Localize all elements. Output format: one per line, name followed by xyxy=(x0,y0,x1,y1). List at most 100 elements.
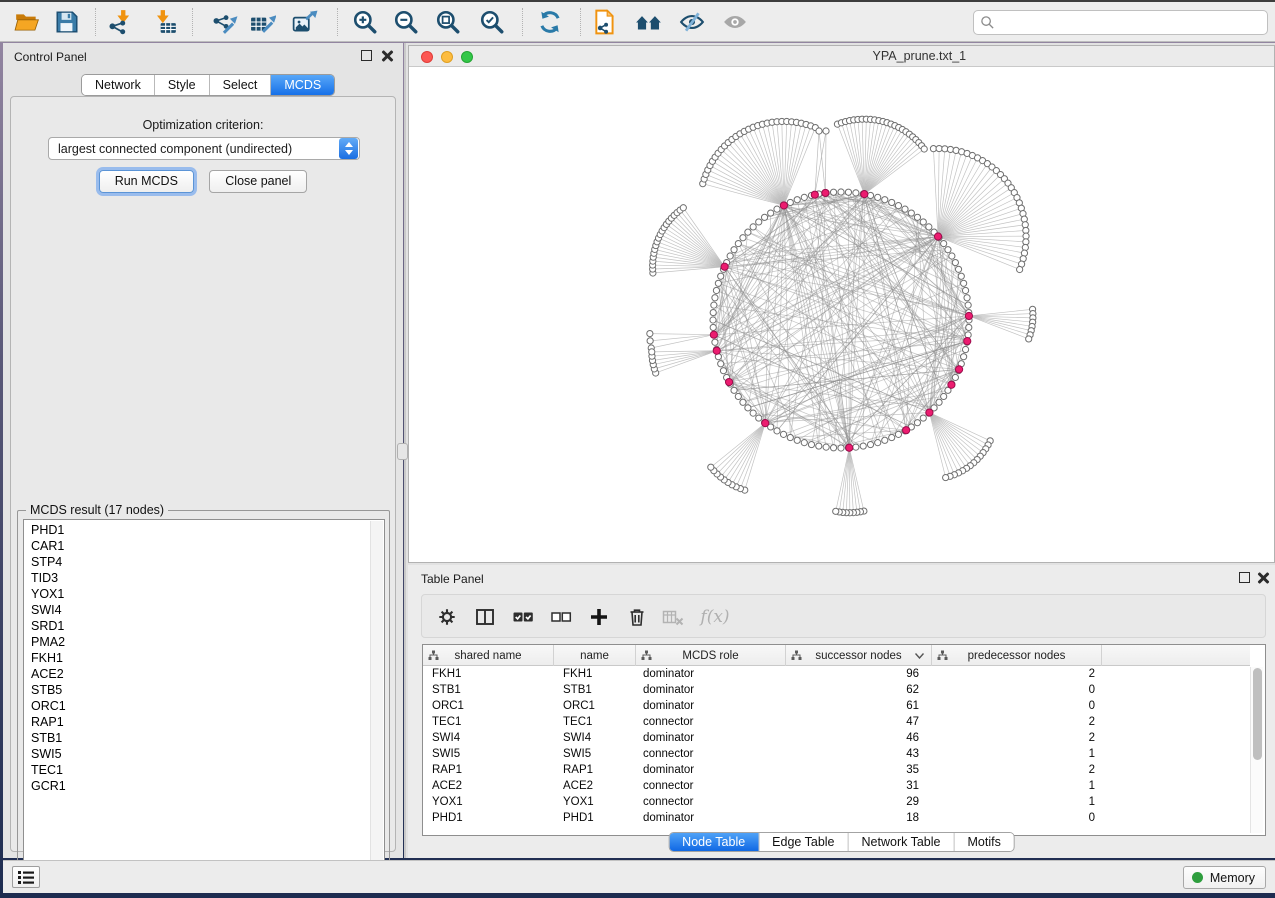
table-settings-button[interactable] xyxy=(434,604,460,630)
splitter-handle[interactable] xyxy=(397,443,408,460)
graph-node[interactable] xyxy=(964,295,970,301)
mcds-result-item[interactable]: ACE2 xyxy=(24,666,370,682)
graph-node[interactable] xyxy=(965,302,971,308)
graph-node[interactable] xyxy=(860,443,866,449)
graph-node[interactable] xyxy=(914,214,920,220)
graph-node[interactable] xyxy=(895,203,901,209)
mcds-result-item[interactable]: TID3 xyxy=(24,570,370,586)
graph-node[interactable] xyxy=(955,266,961,272)
graph-hub-node[interactable] xyxy=(846,444,853,451)
graph-node[interactable] xyxy=(914,420,920,426)
mcds-result-item[interactable]: SRD1 xyxy=(24,618,370,634)
mcds-result-item[interactable]: TEC1 xyxy=(24,762,370,778)
graph-node[interactable] xyxy=(647,338,653,344)
graph-node[interactable] xyxy=(727,253,733,259)
mcds-result-item[interactable]: STP4 xyxy=(24,554,370,570)
zoom-fit-button[interactable] xyxy=(431,5,465,39)
graph-node[interactable] xyxy=(823,128,829,134)
graph-node[interactable] xyxy=(921,146,927,152)
graph-node[interactable] xyxy=(731,247,737,253)
graph-node[interactable] xyxy=(943,474,949,480)
maximize-window-icon[interactable] xyxy=(461,51,473,63)
table-row[interactable]: PHD1PHD1dominator180 xyxy=(423,810,1250,826)
graph-hub-node[interactable] xyxy=(710,331,717,338)
graph-hub-node[interactable] xyxy=(713,347,720,354)
graph-node[interactable] xyxy=(794,437,800,443)
mcds-result-item[interactable]: STB5 xyxy=(24,682,370,698)
tab-network-table[interactable]: Network Table xyxy=(849,833,955,851)
table-scrollbar[interactable] xyxy=(1250,667,1263,833)
export-table-button[interactable] xyxy=(246,5,280,39)
graph-node[interactable] xyxy=(945,247,951,253)
close-panel-button[interactable]: Close panel xyxy=(209,170,307,193)
graph-node[interactable] xyxy=(962,346,968,352)
table-row[interactable]: TEC1TEC1connector472 xyxy=(423,714,1250,730)
table-row[interactable]: YOX1YOX1connector291 xyxy=(423,794,1250,810)
graph-hub-node[interactable] xyxy=(822,189,829,196)
graph-node[interactable] xyxy=(902,206,908,212)
table-row[interactable]: SWI5SWI5connector431 xyxy=(423,746,1250,762)
graph-node[interactable] xyxy=(720,368,726,374)
graph-node[interactable] xyxy=(750,410,756,416)
graph-node[interactable] xyxy=(941,240,947,246)
tab-style[interactable]: Style xyxy=(155,75,210,95)
show-all-button[interactable] xyxy=(718,5,752,39)
graph-node[interactable] xyxy=(845,189,851,195)
graph-hub-node[interactable] xyxy=(955,366,962,373)
graph-node[interactable] xyxy=(830,189,836,195)
delete-table-button[interactable] xyxy=(660,604,686,630)
column-header-shared-name[interactable]: shared name xyxy=(423,645,554,666)
graph-hub-node[interactable] xyxy=(780,202,787,209)
graph-node[interactable] xyxy=(710,317,716,323)
graph-node[interactable] xyxy=(961,280,967,286)
graph-node[interactable] xyxy=(756,219,762,225)
graph-node[interactable] xyxy=(647,330,653,336)
graph-hub-node[interactable] xyxy=(762,420,769,427)
graph-hub-node[interactable] xyxy=(926,409,933,416)
graph-node[interactable] xyxy=(838,189,844,195)
graph-node[interactable] xyxy=(745,229,751,235)
graph-node[interactable] xyxy=(710,309,716,315)
graph-node[interactable] xyxy=(712,339,718,345)
graph-node[interactable] xyxy=(816,128,822,134)
graph-node[interactable] xyxy=(875,440,881,446)
network-canvas[interactable] xyxy=(409,68,1274,562)
open-button[interactable] xyxy=(10,5,44,39)
tab-select[interactable]: Select xyxy=(210,75,272,95)
graph-node[interactable] xyxy=(740,399,746,405)
task-history-button[interactable] xyxy=(12,866,40,888)
graph-node[interactable] xyxy=(718,361,724,367)
close-panel-icon[interactable] xyxy=(381,50,393,62)
export-network-button[interactable] xyxy=(208,5,242,39)
graph-node[interactable] xyxy=(965,332,971,338)
graph-node[interactable] xyxy=(712,295,718,301)
graph-node[interactable] xyxy=(853,444,859,450)
graph-hub-node[interactable] xyxy=(861,191,868,198)
mcds-result-item[interactable]: ORC1 xyxy=(24,698,370,714)
tab-motifs[interactable]: Motifs xyxy=(954,833,1013,851)
close-table-panel-icon[interactable] xyxy=(1257,572,1269,584)
graph-node[interactable] xyxy=(735,393,741,399)
mcds-result-item[interactable]: PMA2 xyxy=(24,634,370,650)
graph-node[interactable] xyxy=(774,428,780,434)
graph-node[interactable] xyxy=(895,431,901,437)
graph-node[interactable] xyxy=(708,464,714,470)
search-input[interactable] xyxy=(995,13,1267,33)
graph-node[interactable] xyxy=(718,273,724,279)
graph-node[interactable] xyxy=(750,224,756,230)
table-row[interactable]: SWI4SWI4dominator462 xyxy=(423,730,1250,746)
zoom-in-button[interactable] xyxy=(348,5,382,39)
graph-node[interactable] xyxy=(780,431,786,437)
table-scrollbar-thumb[interactable] xyxy=(1253,668,1262,760)
graph-node[interactable] xyxy=(808,441,814,447)
graph-node[interactable] xyxy=(949,253,955,259)
function-builder-button[interactable]: f(x) xyxy=(696,604,734,630)
graph-hub-node[interactable] xyxy=(903,427,910,434)
graph-node[interactable] xyxy=(794,197,800,203)
save-button[interactable] xyxy=(50,5,84,39)
graph-hub-node[interactable] xyxy=(811,191,818,198)
mcds-result-item[interactable]: STB1 xyxy=(24,730,370,746)
graph-node[interactable] xyxy=(961,354,967,360)
select-all-button[interactable] xyxy=(510,604,536,630)
unselect-all-button[interactable] xyxy=(548,604,574,630)
